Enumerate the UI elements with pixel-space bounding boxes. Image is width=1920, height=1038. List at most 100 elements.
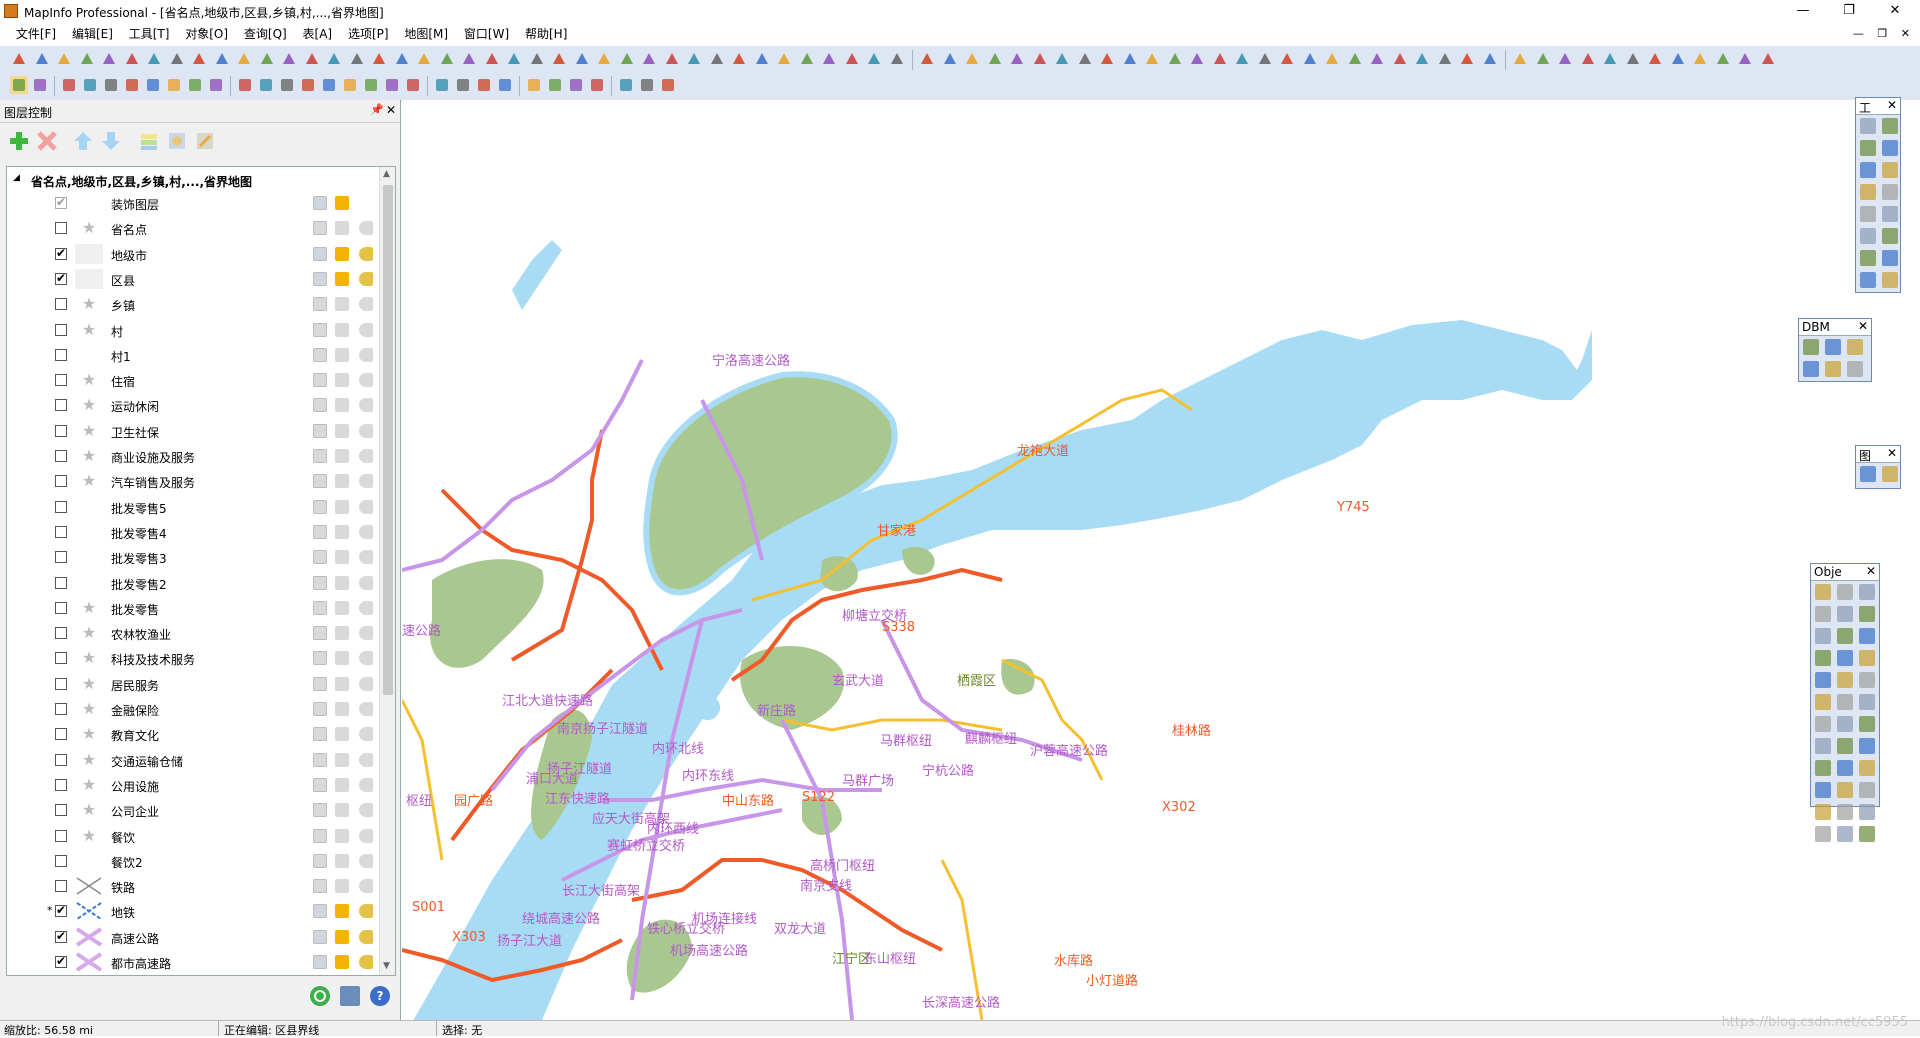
label-toggle-icon[interactable] xyxy=(359,702,373,716)
toolbar-tool-button[interactable] xyxy=(1301,50,1319,68)
toolbar-tool-button[interactable] xyxy=(1556,50,1574,68)
toolbar-tool-button[interactable] xyxy=(1008,50,1026,68)
layer-visibility-checkbox[interactable] xyxy=(55,601,67,614)
toolbar-main-button[interactable] xyxy=(546,76,564,94)
toolbar-tool-button[interactable] xyxy=(1436,50,1454,68)
add-layer-button[interactable] xyxy=(8,130,30,152)
toolbar-tool-button[interactable] xyxy=(1368,50,1386,68)
floating-tool-icon[interactable] xyxy=(1860,184,1876,200)
editable-toggle-icon[interactable] xyxy=(313,196,327,210)
floating-tool-icon[interactable] xyxy=(1837,782,1853,798)
floating-tool-icon[interactable] xyxy=(1882,228,1898,244)
floating-tool-icon[interactable] xyxy=(1837,650,1853,666)
toolbar-main-button[interactable] xyxy=(123,76,141,94)
floating-tool-icon[interactable] xyxy=(1859,716,1875,732)
label-toggle-icon[interactable] xyxy=(359,221,373,236)
layer-visibility-checkbox[interactable] xyxy=(55,246,67,260)
selectable-toggle-icon[interactable] xyxy=(335,373,349,388)
layer-row[interactable]: ★ 运动休闲 xyxy=(7,393,379,418)
toolbar-tool-button[interactable] xyxy=(843,50,861,68)
toolbar-tool-button[interactable] xyxy=(78,50,96,68)
move-layer-up-button[interactable] xyxy=(72,130,94,152)
menu-query[interactable]: 查询[Q] xyxy=(238,22,293,46)
floating-tool-icon[interactable] xyxy=(1860,140,1876,156)
floating-tool-icon[interactable] xyxy=(1882,162,1898,178)
star-symbol-icon[interactable]: ★ xyxy=(75,826,103,846)
label-toggle-icon[interactable] xyxy=(359,828,373,843)
selectable-toggle-icon[interactable] xyxy=(335,879,349,894)
selectable-toggle-icon[interactable] xyxy=(335,727,349,742)
panel-close-icon[interactable]: ✕ xyxy=(386,103,396,117)
toolbar-tool-button[interactable] xyxy=(1624,50,1642,68)
floating-tool-icon[interactable] xyxy=(1837,672,1853,688)
editable-toggle-icon[interactable] xyxy=(313,524,327,539)
close-button[interactable]: ✕ xyxy=(1872,0,1918,22)
layer-visibility-checkbox[interactable] xyxy=(55,903,67,918)
toolbar-main-button[interactable] xyxy=(144,76,162,94)
floating-tool-icon[interactable] xyxy=(1859,782,1875,798)
label-toggle-icon[interactable] xyxy=(359,651,373,666)
star-symbol-icon[interactable]: ★ xyxy=(75,395,103,415)
floating-tool-icon[interactable] xyxy=(1815,672,1831,688)
toolbar-tool-button[interactable] xyxy=(963,50,981,68)
floating-tool-icon[interactable] xyxy=(1882,272,1898,288)
editable-toggle-icon[interactable] xyxy=(313,449,327,463)
selectable-toggle-icon[interactable] xyxy=(335,702,349,716)
layer-visibility-checkbox[interactable] xyxy=(55,424,67,437)
toolbar-main-button[interactable] xyxy=(341,76,359,94)
label-toggle-icon[interactable] xyxy=(359,322,373,337)
editable-toggle-icon[interactable] xyxy=(313,575,327,590)
toolbar-main-button[interactable] xyxy=(404,76,422,94)
star-symbol-icon[interactable]: ★ xyxy=(75,623,103,643)
toolbar-tool-button[interactable] xyxy=(1714,50,1732,68)
layer-row[interactable]: ★ 农林牧渔业 xyxy=(7,621,379,646)
selectable-toggle-icon[interactable] xyxy=(335,904,349,919)
selectable-toggle-icon[interactable] xyxy=(335,828,349,843)
layer-row[interactable]: ★ 公司企业 xyxy=(7,798,379,823)
label-toggle-icon[interactable] xyxy=(359,347,373,362)
toolbar-tool-button[interactable] xyxy=(1076,50,1094,68)
layer-row[interactable]: 都市高速路 xyxy=(7,950,379,975)
editable-toggle-icon[interactable] xyxy=(313,904,327,919)
toolbar-tool-button[interactable] xyxy=(550,50,568,68)
toolbar-tool-button[interactable] xyxy=(370,50,388,68)
floating-tool-icon[interactable] xyxy=(1859,804,1875,820)
layer-visibility-checkbox[interactable] xyxy=(55,399,67,412)
toolbar-tool-button[interactable] xyxy=(618,50,636,68)
layer-visibility-checkbox[interactable] xyxy=(55,323,67,336)
layer-visibility-checkbox[interactable] xyxy=(55,854,67,867)
layer-row[interactable]: 批发零售4 xyxy=(7,520,379,545)
toolbar-tool-button[interactable] xyxy=(753,50,771,68)
toolbar-tool-button[interactable] xyxy=(280,50,298,68)
toolbar-main-button[interactable] xyxy=(60,76,78,94)
toolbar-tool-button[interactable] xyxy=(663,50,681,68)
layer-row[interactable]: 批发零售3 xyxy=(7,545,379,570)
toolbar-main-button[interactable] xyxy=(433,76,451,94)
label-toggle-icon[interactable] xyxy=(359,474,373,489)
floating-tool-icon[interactable] xyxy=(1837,716,1853,732)
toolbar-tool-button[interactable] xyxy=(1759,50,1777,68)
toolbar-tool-button[interactable] xyxy=(1211,50,1229,68)
floating-tool-icon[interactable] xyxy=(1837,826,1853,842)
layer-row[interactable]: ★ 批发零售 xyxy=(7,596,379,621)
layer-row[interactable]: ★ 卫生社保 xyxy=(7,419,379,444)
label-toggle-icon[interactable] xyxy=(359,550,373,565)
line-style-icon[interactable] xyxy=(75,876,103,896)
editable-toggle-icon[interactable] xyxy=(313,246,327,261)
star-symbol-icon[interactable]: ★ xyxy=(75,699,103,719)
toolbar-tool-button[interactable] xyxy=(1646,50,1664,68)
pin-icon[interactable]: 📌 xyxy=(370,103,384,116)
layer-visibility-checkbox[interactable] xyxy=(55,222,67,235)
layer-row[interactable]: ★ 汽车销售及服务 xyxy=(7,469,379,494)
layer-row[interactable]: ★ 金融保险 xyxy=(7,697,379,722)
layer-visibility-checkbox[interactable] xyxy=(55,652,67,665)
label-toggle-icon[interactable] xyxy=(359,271,373,286)
toolbar-main-button[interactable] xyxy=(299,76,317,94)
layer-row[interactable]: ★ 科技及技术服务 xyxy=(7,646,379,671)
toolbar-tool-button[interactable] xyxy=(1391,50,1409,68)
toolbar-tool-button[interactable] xyxy=(640,50,658,68)
toolbar-tool-button[interactable] xyxy=(1534,50,1552,68)
toolbar-tool-button[interactable] xyxy=(1143,50,1161,68)
menu-file[interactable]: 文件[F] xyxy=(10,22,62,46)
editable-toggle-icon[interactable] xyxy=(313,398,327,413)
